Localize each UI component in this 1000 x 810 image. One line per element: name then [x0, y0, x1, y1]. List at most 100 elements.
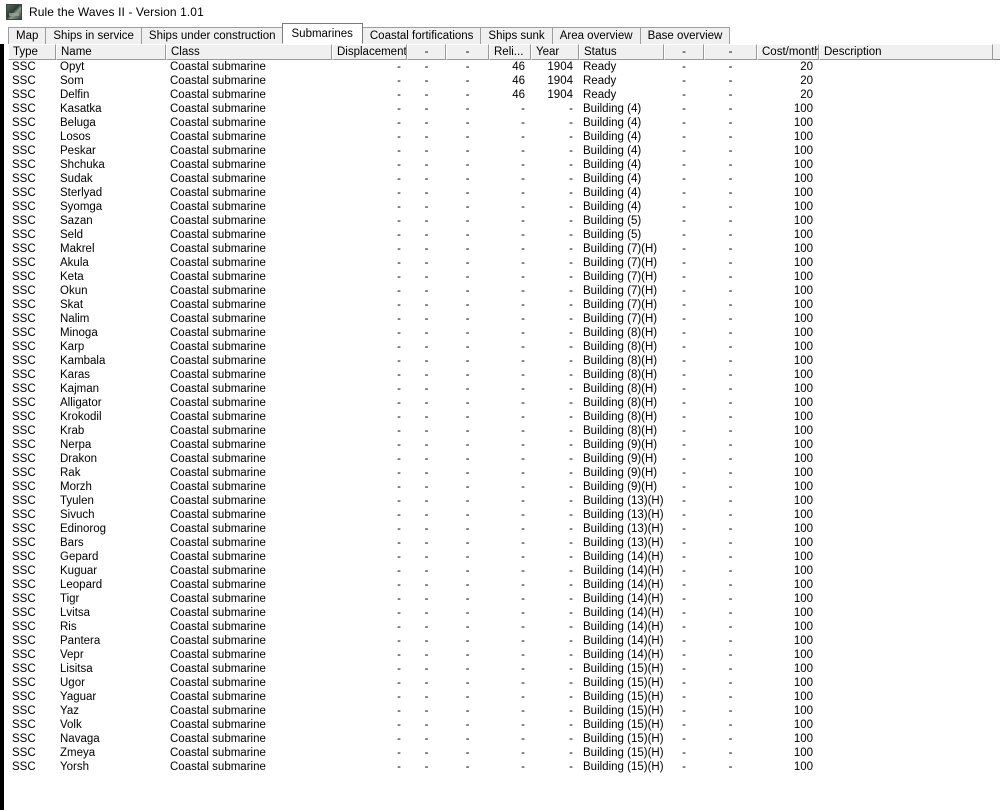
table-row[interactable]: SSC Ugor Coastal submarine - - - - - Building (1…: [8, 676, 1000, 690]
cell---4: -: [424, 733, 429, 745]
table-row[interactable]: SSC Navaga Coastal submarine - - - - - Building …: [8, 732, 1000, 746]
column-header-name-1[interactable]: Name: [56, 44, 166, 60]
cell---5: -: [465, 551, 470, 563]
tab-ships-sunk[interactable]: Ships sunk: [480, 27, 553, 44]
cell-year-7: -: [569, 537, 573, 549]
column-header---9[interactable]: -: [664, 44, 704, 60]
table-row[interactable]: SSC Keta Coastal submarine - - - - - Building (7…: [8, 270, 1000, 284]
grid-header-row[interactable]: Type Name Class Displacement - - Reli... Year St…: [8, 44, 1000, 60]
table-row[interactable]: SSC Vepr Coastal submarine - - - - - Building (1…: [8, 648, 1000, 662]
table-row[interactable]: SSC Peskar Coastal submarine - - - - - Building …: [8, 144, 1000, 158]
cell---4: -: [424, 383, 429, 395]
tab-ships-under-construction[interactable]: Ships under construction: [140, 27, 284, 44]
table-row[interactable]: SSC Sterlyad Coastal submarine - - - - - Buildin…: [8, 186, 1000, 200]
table-row[interactable]: SSC Shchuka Coastal submarine - - - - - Building…: [8, 158, 1000, 172]
table-row[interactable]: SSC Krokodil Coastal submarine - - - - - Buildin…: [8, 410, 1000, 424]
table-row[interactable]: SSC Kuguar Coastal submarine - - - - - Building …: [8, 564, 1000, 578]
submarines-grid[interactable]: Type Name Class Displacement - - Reli... Year St…: [8, 44, 1000, 810]
column-header---4[interactable]: -: [407, 44, 446, 60]
column-header-status-8[interactable]: Status: [579, 44, 664, 60]
column-header-type-0[interactable]: Type: [8, 44, 56, 60]
table-row[interactable]: SSC Okun Coastal submarine - - - - - Building (7…: [8, 284, 1000, 298]
table-row[interactable]: SSC Morzh Coastal submarine - - - - - Building (…: [8, 480, 1000, 494]
table-row[interactable]: SSC Alligator Coastal submarine - - - - - Buildi…: [8, 396, 1000, 410]
table-row[interactable]: SSC Yaz Coastal submarine - - - - - Building (15…: [8, 704, 1000, 718]
table-row[interactable]: SSC Karp Coastal submarine - - - - - Building (8…: [8, 340, 1000, 354]
cell-year-7: -: [569, 215, 573, 227]
table-row[interactable]: SSC Sudak Coastal submarine - - - - - Building (…: [8, 172, 1000, 186]
cell-displacement-3: -: [397, 733, 401, 745]
table-row[interactable]: SSC Ris Coastal submarine - - - - - Building (14…: [8, 620, 1000, 634]
table-row[interactable]: SSC Lisitsa Coastal submarine - - - - - Building…: [8, 662, 1000, 676]
table-row[interactable]: SSC Som Coastal submarine - - - 46 1904 Ready - - 2…: [8, 74, 1000, 88]
table-row[interactable]: SSC Tigr Coastal submarine - - - - - Building (1…: [8, 592, 1000, 606]
tab-map[interactable]: Map: [8, 27, 47, 44]
table-row[interactable]: SSC Rak Coastal submarine - - - - - Building (9)…: [8, 466, 1000, 480]
tab-submarines[interactable]: Submarines: [281, 23, 363, 44]
table-row[interactable]: SSC Delfin Coastal submarine - - - 46 1904 Ready…: [8, 88, 1000, 102]
table-row[interactable]: SSC Tyulen Coastal submarine - - - - - Building …: [8, 494, 1000, 508]
table-row[interactable]: SSC Bars Coastal submarine - - - - - Building (1…: [8, 536, 1000, 550]
tab-ships-in-service[interactable]: Ships in service: [45, 27, 142, 44]
table-row[interactable]: SSC Drakon Coastal submarine - - - - - Building …: [8, 452, 1000, 466]
cell---9: -: [682, 621, 686, 633]
table-row[interactable]: SSC Kajman Coastal submarine - - - - - Building …: [8, 382, 1000, 396]
table-row[interactable]: SSC Sazan Coastal submarine - - - - - Building (…: [8, 214, 1000, 228]
cell-type-0: SSC: [12, 425, 36, 437]
table-row[interactable]: SSC Akula Coastal submarine - - - - - Building (…: [8, 256, 1000, 270]
table-row[interactable]: SSC Karas Coastal submarine - - - - - Building (…: [8, 368, 1000, 382]
column-header-description-12[interactable]: Description: [819, 44, 993, 60]
cell---9: -: [682, 257, 686, 269]
cell-year-7: -: [569, 313, 573, 325]
column-header-reli-6[interactable]: Reli...: [489, 44, 531, 60]
cell-status-8: Building (14)(H): [583, 579, 664, 591]
column-header-cost-month-11[interactable]: Cost/month: [757, 44, 819, 60]
cell-description-12: [819, 214, 993, 228]
cell-reli-6: -: [521, 649, 525, 661]
table-row[interactable]: SSC Yaguar Coastal submarine - - - - - Building …: [8, 690, 1000, 704]
cell---4: -: [424, 257, 429, 269]
table-row[interactable]: SSC Makrel Coastal submarine - - - - - Building …: [8, 242, 1000, 256]
column-header-class-2[interactable]: Class: [166, 44, 332, 60]
cell-reli-6: -: [521, 327, 525, 339]
cell-name-1: Kajman: [60, 383, 99, 395]
cell---10: -: [728, 173, 733, 185]
tab-base-overview[interactable]: Base overview: [639, 27, 731, 44]
table-row[interactable]: SSC Leopard Coastal submarine - - - - - Building…: [8, 578, 1000, 592]
cell-type-0: SSC: [12, 761, 36, 773]
tab-area-overview[interactable]: Area overview: [551, 27, 641, 44]
table-row[interactable]: SSC Nalim Coastal submarine - - - - - Building (…: [8, 312, 1000, 326]
table-row[interactable]: SSC Edinorog Coastal submarine - - - - - Buildin…: [8, 522, 1000, 536]
table-row[interactable]: SSC Losos Coastal submarine - - - - - Building (…: [8, 130, 1000, 144]
table-row[interactable]: SSC Sivuch Coastal submarine - - - - - Building …: [8, 508, 1000, 522]
table-row[interactable]: SSC Skat Coastal submarine - - - - - Building (7…: [8, 298, 1000, 312]
table-row[interactable]: SSC Seld Coastal submarine - - - - - Building (5…: [8, 228, 1000, 242]
table-row[interactable]: SSC Krab Coastal submarine - - - - - Building (8…: [8, 424, 1000, 438]
cell---5: -: [465, 397, 470, 409]
column-header---10[interactable]: -: [704, 44, 757, 60]
cell-status-8: Ready: [583, 75, 617, 87]
column-header---5[interactable]: -: [446, 44, 489, 60]
column-header-year-7[interactable]: Year: [531, 44, 579, 60]
table-row[interactable]: SSC Lvitsa Coastal submarine - - - - - Building …: [8, 606, 1000, 620]
grid-body[interactable]: SSC Opyt Coastal submarine - - - 46 1904 Ready - -…: [8, 60, 1000, 810]
table-row[interactable]: SSC Minoga Coastal submarine - - - - - Building …: [8, 326, 1000, 340]
table-row[interactable]: SSC Zmeya Coastal submarine - - - - - Building (…: [8, 746, 1000, 760]
cell-description-12: [819, 242, 993, 256]
table-row[interactable]: SSC Gepard Coastal submarine - - - - - Building …: [8, 550, 1000, 564]
cell-class-2: Coastal submarine: [170, 649, 266, 661]
table-row[interactable]: SSC Beluga Coastal submarine - - - - - Building …: [8, 116, 1000, 130]
tab-coastal-fortifications[interactable]: Coastal fortifications: [361, 27, 482, 44]
table-row[interactable]: SSC Yorsh Coastal submarine - - - - - Building (…: [8, 760, 1000, 774]
table-row[interactable]: SSC Kambala Coastal submarine - - - - - Building…: [8, 354, 1000, 368]
column-header-displacement-3[interactable]: Displacement: [332, 44, 407, 60]
table-row[interactable]: SSC Opyt Coastal submarine - - - 46 1904 Ready - -…: [8, 60, 1000, 74]
table-row[interactable]: SSC Pantera Coastal submarine - - - - - Building…: [8, 634, 1000, 648]
tabstrip-container: Map Ships in service Ships under construct…: [0, 23, 1000, 44]
cell-reli-6: -: [521, 439, 525, 451]
cell---5: -: [465, 481, 470, 493]
table-row[interactable]: SSC Volk Coastal submarine - - - - - Building (1…: [8, 718, 1000, 732]
table-row[interactable]: SSC Kasatka Coastal submarine - - - - - Building…: [8, 102, 1000, 116]
table-row[interactable]: SSC Syomga Coastal submarine - - - - - Building …: [8, 200, 1000, 214]
table-row[interactable]: SSC Nerpa Coastal submarine - - - - - Building (…: [8, 438, 1000, 452]
